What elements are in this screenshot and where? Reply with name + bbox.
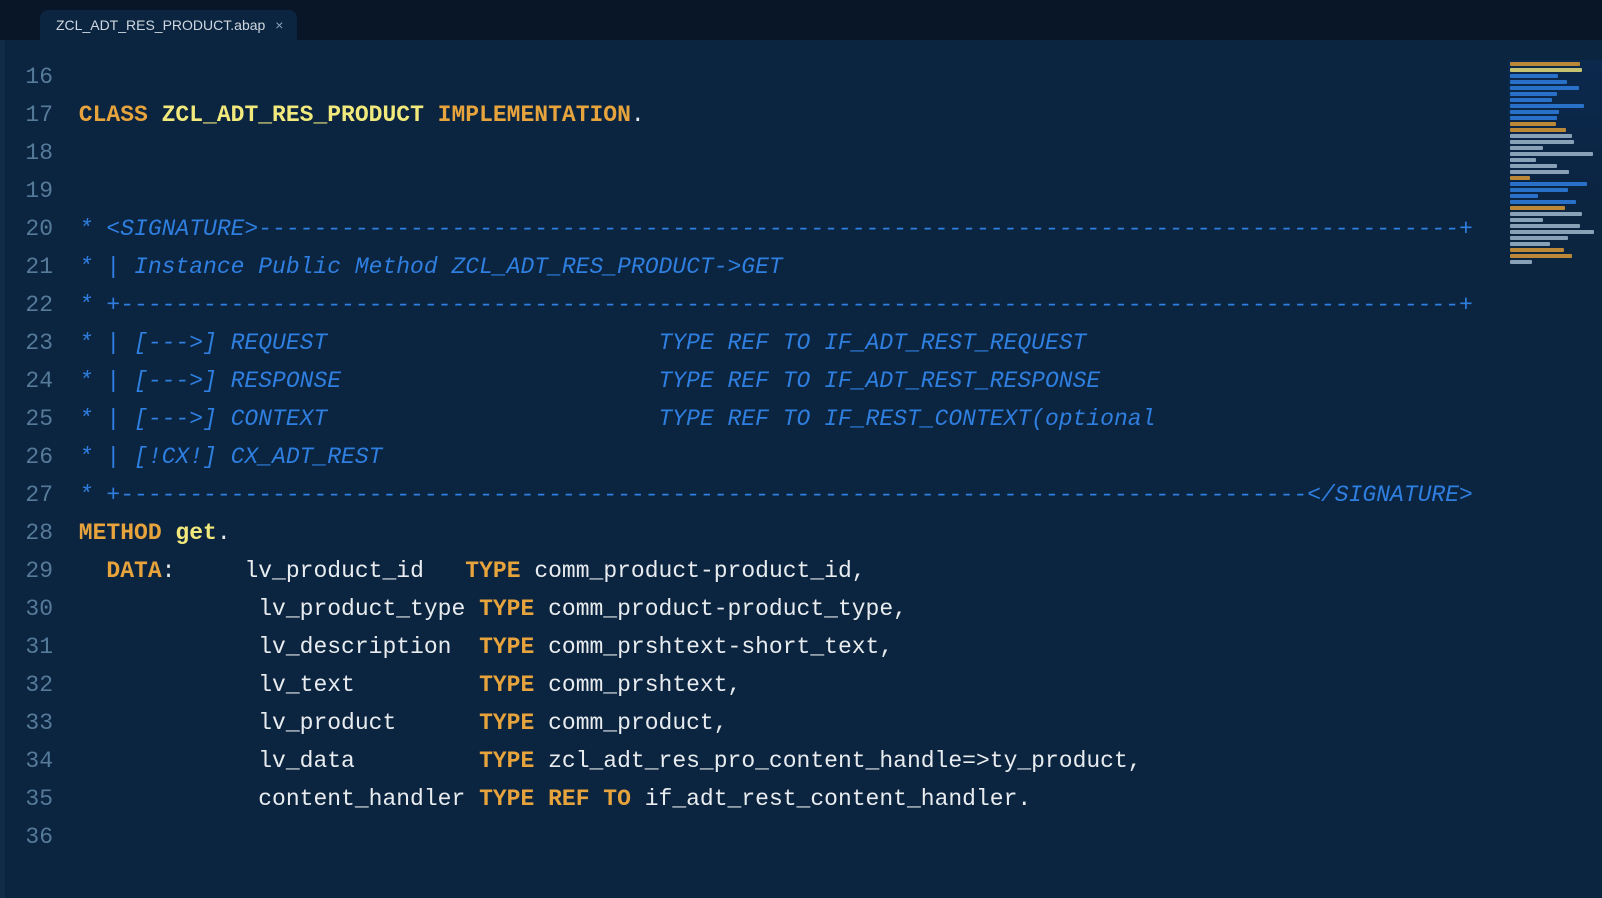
line-number: 35 <box>5 780 65 818</box>
code-line[interactable] <box>65 172 1602 210</box>
file-tab-label: ZCL_ADT_RES_PRODUCT.abap <box>56 17 265 33</box>
line-number: 26 <box>5 438 65 476</box>
line-number-gutter: 1617181920212223242526272829303132333435… <box>0 40 65 898</box>
app-window: ZCL_ADT_RES_PRODUCT.abap × 1617181920212… <box>0 0 1602 898</box>
code-line[interactable]: METHOD get. <box>65 514 1602 552</box>
line-number: 16 <box>5 58 65 96</box>
code-line[interactable]: * | [!CX!] CX_ADT_REST <box>65 438 1602 476</box>
code-line[interactable]: * | [--->] REQUEST TYPE REF TO IF_ADT_RE… <box>65 324 1602 362</box>
code-line[interactable]: content_handler TYPE REF TO if_adt_rest_… <box>65 780 1602 818</box>
line-number: 22 <box>5 286 65 324</box>
line-number: 17 <box>5 96 65 134</box>
minimap[interactable] <box>1507 60 1602 290</box>
code-line[interactable]: lv_text TYPE comm_prshtext, <box>65 666 1602 704</box>
line-number: 21 <box>5 248 65 286</box>
line-number: 32 <box>5 666 65 704</box>
line-number: 29 <box>5 552 65 590</box>
line-number: 19 <box>5 172 65 210</box>
code-line[interactable]: * +-------------------------------------… <box>65 286 1602 324</box>
code-line[interactable]: * | [--->] RESPONSE TYPE REF TO IF_ADT_R… <box>65 362 1602 400</box>
line-number: 28 <box>5 514 65 552</box>
code-line[interactable]: * <SIGNATURE>---------------------------… <box>65 210 1602 248</box>
code-line[interactable]: lv_product TYPE comm_product, <box>65 704 1602 742</box>
file-tab[interactable]: ZCL_ADT_RES_PRODUCT.abap × <box>40 10 297 40</box>
editor[interactable]: 1617181920212223242526272829303132333435… <box>0 40 1602 898</box>
tab-bar: ZCL_ADT_RES_PRODUCT.abap × <box>0 0 1602 40</box>
code-line[interactable] <box>65 134 1602 172</box>
line-number: 24 <box>5 362 65 400</box>
code-line[interactable]: lv_product_type TYPE comm_product-produc… <box>65 590 1602 628</box>
code-line[interactable]: DATA: lv_product_id TYPE comm_product-pr… <box>65 552 1602 590</box>
code-line[interactable]: lv_description TYPE comm_prshtext-short_… <box>65 628 1602 666</box>
line-number: 23 <box>5 324 65 362</box>
code-line[interactable]: CLASS ZCL_ADT_RES_PRODUCT IMPLEMENTATION… <box>65 96 1602 134</box>
code-area[interactable]: CLASS ZCL_ADT_RES_PRODUCT IMPLEMENTATION… <box>65 40 1602 898</box>
line-number: 20 <box>5 210 65 248</box>
code-line[interactable] <box>65 58 1602 96</box>
line-number: 33 <box>5 704 65 742</box>
line-number: 27 <box>5 476 65 514</box>
code-line[interactable] <box>65 818 1602 856</box>
close-icon[interactable]: × <box>275 18 283 32</box>
line-number: 25 <box>5 400 65 438</box>
line-number: 30 <box>5 590 65 628</box>
code-line[interactable]: lv_data TYPE zcl_adt_res_pro_content_han… <box>65 742 1602 780</box>
code-line[interactable]: * | [--->] CONTEXT TYPE REF TO IF_REST_C… <box>65 400 1602 438</box>
line-number: 31 <box>5 628 65 666</box>
code-line[interactable]: * | Instance Public Method ZCL_ADT_RES_P… <box>65 248 1602 286</box>
line-number: 18 <box>5 134 65 172</box>
code-line[interactable]: * +-------------------------------------… <box>65 476 1602 514</box>
line-number: 36 <box>5 818 65 856</box>
line-number: 34 <box>5 742 65 780</box>
